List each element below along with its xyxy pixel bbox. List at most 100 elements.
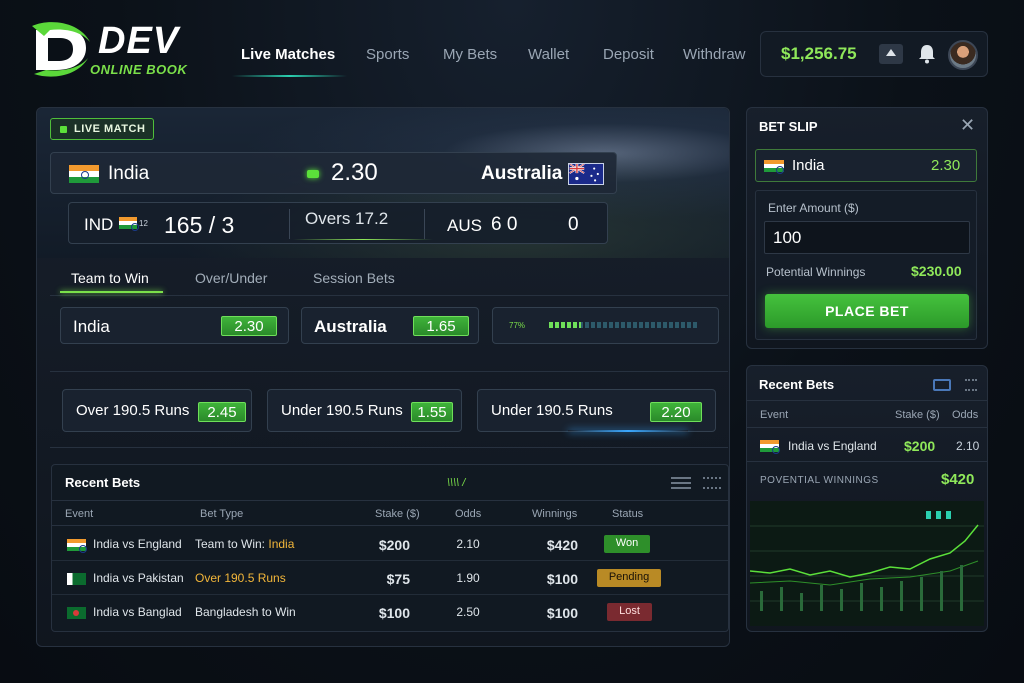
nav-deposit[interactable]: Deposit [603, 46, 654, 63]
scoreboard: IND 12 165 / 3 Overs 17.2 AUS 6 0 0 [68, 202, 608, 244]
header-status: Status [612, 508, 644, 520]
team1-name: India [108, 163, 150, 184]
close-icon[interactable]: ✕ [960, 115, 975, 136]
row-odds: 2.50 [456, 605, 480, 619]
bet-option-india[interactable]: India 2.30 [60, 307, 289, 344]
table-header: Event Bet Type Stake ($) Odds Winnings S… [52, 500, 728, 526]
list-view-icon[interactable] [965, 379, 977, 391]
row-odds: 1.90 [456, 571, 480, 585]
header-event: Event [760, 409, 789, 421]
amount-label: Enter Amount ($) [768, 201, 859, 215]
logo-mark-icon [32, 22, 90, 77]
row-bet-type: Over 190.5 Runs [195, 571, 286, 585]
over-under-option[interactable]: Over 190.5 Runs 2.45 [62, 389, 252, 432]
row-bet-type: Bangladesh to Win [195, 605, 296, 619]
odds-button[interactable]: 1.65 [413, 316, 469, 336]
odds-button[interactable]: 2.20 [650, 402, 702, 422]
row-winnings: $100 [546, 571, 578, 587]
user-avatar[interactable] [948, 40, 978, 70]
bet-market-tabs: Team to Win Over/Under Session Bets [50, 260, 728, 296]
row-stake: $100 [378, 605, 410, 621]
live-dot-icon [60, 126, 67, 133]
table-row[interactable]: India vs Banglad Bangladesh to Win $100 … [52, 595, 728, 629]
live-match-badge: LIVE MATCH [50, 118, 154, 140]
over-under-option[interactable]: Under 190.5 Runs 1.55 [267, 389, 462, 432]
compact-list-icon[interactable] [703, 477, 721, 489]
over-under-label: Under 190.5 Runs [281, 402, 403, 419]
row-event: India vs England [93, 537, 182, 551]
tab-over-under[interactable]: Over/Under [195, 270, 267, 286]
overs-count: Overs 17.2 [305, 209, 389, 228]
nav-live-matches[interactable]: Live Matches [241, 46, 335, 63]
odds-indicator-icon [307, 170, 319, 178]
brand-name: DEV [98, 20, 180, 62]
tab-team-to-win[interactable]: Team to Win [71, 270, 149, 286]
over-under-label: Over 190.5 Runs [76, 402, 190, 419]
nav-withdraw[interactable]: Withdraw [683, 46, 746, 63]
row-bet-type: Team to Win: India [195, 537, 295, 551]
probability-meter: 77% [492, 307, 719, 344]
potential-winnings-value: $420 [941, 471, 975, 488]
amount-input[interactable] [764, 221, 970, 254]
over-under-option[interactable]: Under 190.5 Runs 2.20 [477, 389, 716, 432]
row-stake: $200 [904, 438, 936, 454]
upload-icon[interactable] [879, 44, 903, 64]
bet-option-australia[interactable]: Australia 1.65 [301, 307, 479, 344]
selection-odds: 2.30 [931, 157, 961, 174]
card-view-icon[interactable] [933, 379, 951, 391]
header-odds: Odds [455, 508, 482, 520]
team1-score: 165 / 3 [164, 212, 235, 238]
india-flag-small-icon [119, 217, 139, 231]
table-row[interactable]: India vs Pakistan Over 190.5 Runs $75 1.… [52, 561, 728, 595]
recent-bets-widget: Recent Bets Event Stake ($) Odds India v… [746, 365, 988, 632]
probability-percent: 77% [509, 321, 526, 330]
tab-session-bets[interactable]: Session Bets [313, 270, 395, 286]
bangladesh-flag-icon [67, 607, 86, 619]
row-winnings: $100 [546, 605, 578, 621]
overs-glow [293, 239, 433, 240]
odds-button[interactable]: 2.45 [198, 402, 246, 422]
list-view-icon[interactable] [671, 477, 691, 489]
nav-my-bets[interactable]: My Bets [443, 46, 497, 63]
odds-button[interactable]: 2.30 [221, 316, 277, 336]
row-odds: 2.10 [456, 537, 480, 551]
brand-logo[interactable]: DEV ONLINE BOOK [30, 18, 210, 80]
place-bet-button[interactable]: PLACE BET [765, 294, 969, 328]
odds-button[interactable]: 1.55 [411, 402, 453, 422]
potential-winnings-label: POVENTIAL WINNINGS [760, 475, 879, 486]
header-stake: Stake ($) [375, 508, 420, 520]
potential-winnings-value: $230.00 [911, 263, 962, 279]
row-stake: $200 [378, 537, 410, 553]
status-badge: Won [604, 535, 650, 553]
header-odds: Odds [952, 409, 979, 421]
table-row[interactable]: India vs England $200 2.10 [747, 428, 987, 462]
match-odds: 2.30 [331, 159, 378, 186]
bet-slip-form: Enter Amount ($) Potential Winnings $230… [755, 190, 977, 340]
highlight-glow [568, 430, 688, 432]
divider [424, 209, 425, 239]
header-event: Event [65, 508, 94, 520]
row-odds: 2.10 [956, 439, 980, 453]
status-badge: Lost [607, 603, 652, 621]
row-event: India vs Pakistan [93, 571, 184, 585]
team1-flag-suffix: 12 [139, 219, 148, 228]
nav-sports[interactable]: Sports [366, 46, 409, 63]
table-row[interactable]: India vs England Team to Win: India $200… [52, 527, 728, 561]
bet-slip-title: BET SLIP [759, 119, 818, 134]
divider [289, 209, 290, 239]
header-stake: Stake ($) [895, 409, 940, 421]
row-stake: $75 [386, 571, 410, 587]
bet-option-label: India [73, 317, 110, 336]
team2-code: AUS [447, 216, 482, 235]
recent-bets-table: Recent Bets \\\\ / Event Bet Type Stake … [51, 464, 729, 632]
sparkline-text: \\\\ / [447, 477, 466, 489]
brand-subtitle: ONLINE BOOK [90, 62, 188, 77]
row-event: India vs Banglad [93, 605, 182, 619]
team2-name: Australia [481, 163, 563, 184]
bell-icon[interactable] [917, 43, 937, 65]
over-under-label: Under 190.5 Runs [491, 402, 613, 419]
selection-name: India [792, 157, 825, 174]
nav-wallet[interactable]: Wallet [528, 46, 569, 63]
potential-winnings-label: Potential Winnings [766, 265, 866, 279]
table-header: Event Stake ($) Odds [747, 400, 987, 428]
